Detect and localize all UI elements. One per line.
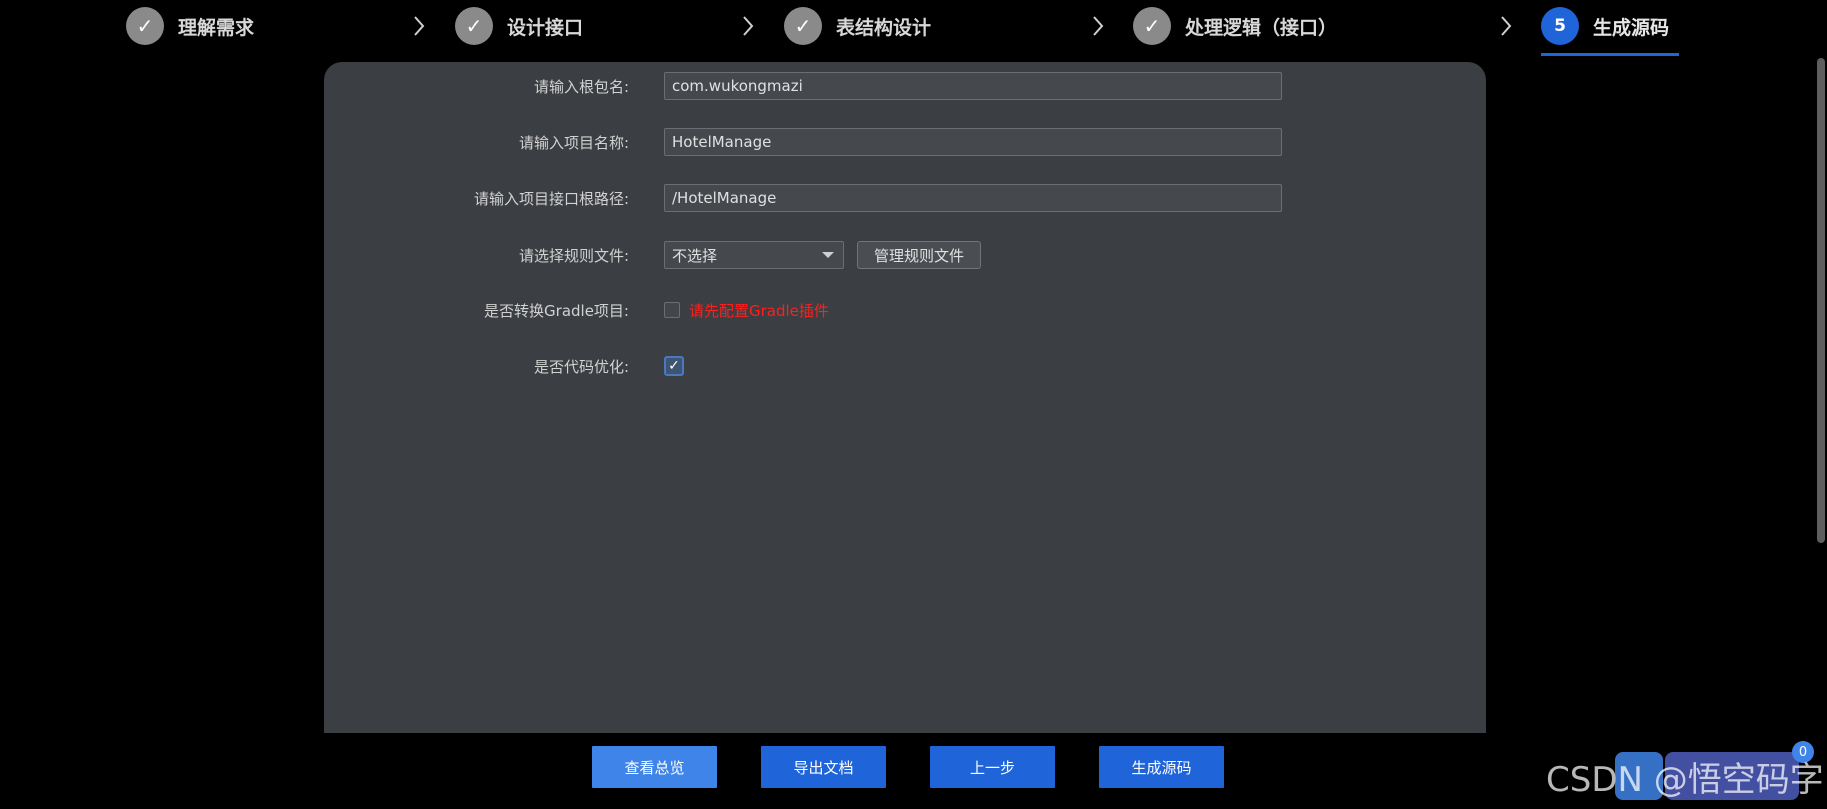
project-name-input[interactable]: HotelManage (664, 128, 1282, 156)
rule-file-selected: 不选择 (672, 246, 718, 265)
active-step-underline (1541, 53, 1679, 56)
gradle-label: 是否转换Gradle项目: (484, 301, 629, 320)
rule-file-label: 请选择规则文件: (518, 246, 629, 265)
gradle-warning: 请先配置Gradle插件 (689, 302, 829, 320)
form-panel: 请输入根包名: com.wukongmazi 请输入项目名称: HotelMan… (324, 62, 1486, 733)
check-icon: ✓ (455, 7, 493, 45)
watermark: CSDN @悟空码字 (1546, 760, 1824, 800)
root-package-input[interactable]: com.wukongmazi (664, 72, 1282, 100)
check-icon: ✓ (126, 7, 164, 45)
overview-button[interactable]: 查看总览 (592, 746, 717, 788)
check-icon: ✓ (1133, 7, 1171, 45)
check-icon: ✓ (668, 358, 680, 374)
prev-step-button[interactable]: 上一步 (930, 746, 1055, 788)
optimize-checkbox[interactable]: ✓ (664, 356, 684, 376)
steps-bar: ✓ 理解需求 ✓ 设计接口 ✓ 表结构设计 ✓ 处理逻辑（接口） 5 生成源码 (0, 0, 1827, 60)
scrollbar[interactable] (1817, 58, 1825, 543)
export-doc-button[interactable]: 导出文档 (761, 746, 886, 788)
step-label: 设计接口 (507, 16, 584, 39)
chevron-right-icon (1088, 12, 1108, 40)
step-generate-source[interactable]: 5 生成源码 (1541, 6, 1679, 56)
step-label: 表结构设计 (836, 16, 932, 39)
step-label: 处理逻辑（接口） (1185, 16, 1338, 39)
root-package-label: 请输入根包名: (533, 77, 629, 96)
gradle-checkbox[interactable] (664, 302, 680, 318)
step-understand-requirements[interactable]: ✓ 理解需求 (126, 6, 254, 46)
step-label: 生成源码 (1593, 16, 1670, 39)
step-table-design[interactable]: ✓ 表结构设计 (784, 6, 931, 46)
step-number-badge: 5 (1541, 7, 1579, 45)
step-process-logic[interactable]: ✓ 处理逻辑（接口） (1133, 6, 1337, 46)
optimize-label: 是否代码优化: (533, 357, 629, 376)
generate-source-button[interactable]: 生成源码 (1099, 746, 1224, 788)
step-design-api[interactable]: ✓ 设计接口 (455, 6, 583, 46)
caret-down-icon (822, 252, 834, 258)
manage-rule-files-button[interactable]: 管理规则文件 (857, 241, 981, 269)
api-root-path-input[interactable]: /HotelManage (664, 184, 1282, 212)
chevron-right-icon (409, 12, 429, 40)
chevron-right-icon (738, 12, 758, 40)
step-label: 理解需求 (178, 16, 255, 39)
rule-file-select[interactable]: 不选择 (664, 241, 844, 269)
chevron-right-icon (1496, 12, 1516, 40)
project-name-label: 请输入项目名称: (518, 133, 629, 152)
check-icon: ✓ (784, 7, 822, 45)
api-root-path-label: 请输入项目接口根路径: (473, 189, 629, 208)
